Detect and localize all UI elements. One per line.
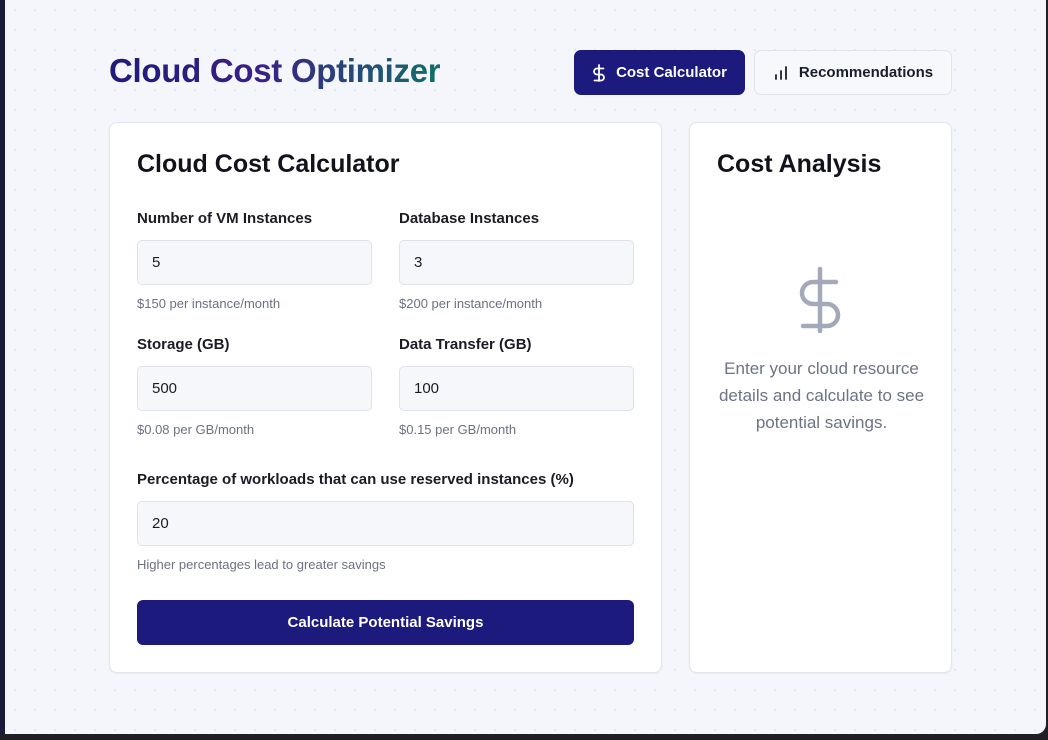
reserved-percentage-hint: Higher percentages lead to greater savin… xyxy=(137,557,386,572)
data-transfer-input[interactable] xyxy=(399,366,634,411)
app-title: Cloud Cost Optimizer xyxy=(109,52,441,89)
database-instances-input[interactable] xyxy=(399,240,634,285)
calculate-savings-button[interactable]: Calculate Potential Savings xyxy=(137,600,634,645)
storage-label: Storage (GB) xyxy=(137,336,230,353)
vm-instances-input[interactable] xyxy=(137,240,372,285)
database-instances-label: Database Instances xyxy=(399,210,540,227)
storage-hint: $0.08 per GB/month xyxy=(137,422,255,437)
analysis-title: Cost Analysis xyxy=(717,150,882,178)
tab-recommendations[interactable]: Recommendations xyxy=(754,50,952,95)
app-window: Cloud Cost Optimizer Cost Calculator Rec… xyxy=(0,0,1046,734)
cost-analysis-card: Cost Analysis Enter your cloud resource … xyxy=(689,122,952,673)
dollar-icon xyxy=(593,63,605,82)
data-transfer-label: Data Transfer (GB) xyxy=(399,336,532,353)
data-transfer-hint: $0.15 per GB/month xyxy=(399,422,517,437)
calculator-title: Cloud Cost Calculator xyxy=(137,150,400,178)
tab-recommendations-label: Recommendations xyxy=(798,64,934,81)
bar-chart-icon xyxy=(774,65,787,80)
dollar-icon xyxy=(799,266,841,334)
vm-instances-label: Number of VM Instances xyxy=(137,210,313,227)
analysis-empty-message: Enter your cloud resource details and ca… xyxy=(718,359,925,432)
vm-instances-hint: $150 per instance/month xyxy=(137,296,281,311)
tab-cost-calculator-label: Cost Calculator xyxy=(616,64,727,81)
cost-calculator-card: Cloud Cost Calculator Number of VM Insta… xyxy=(109,122,662,673)
storage-input[interactable] xyxy=(137,366,372,411)
tab-cost-calculator[interactable]: Cost Calculator xyxy=(574,50,745,95)
reserved-percentage-input[interactable] xyxy=(137,501,634,546)
database-instances-hint: $200 per instance/month xyxy=(399,296,543,311)
reserved-percentage-label: Percentage of workloads that can use res… xyxy=(137,471,574,488)
